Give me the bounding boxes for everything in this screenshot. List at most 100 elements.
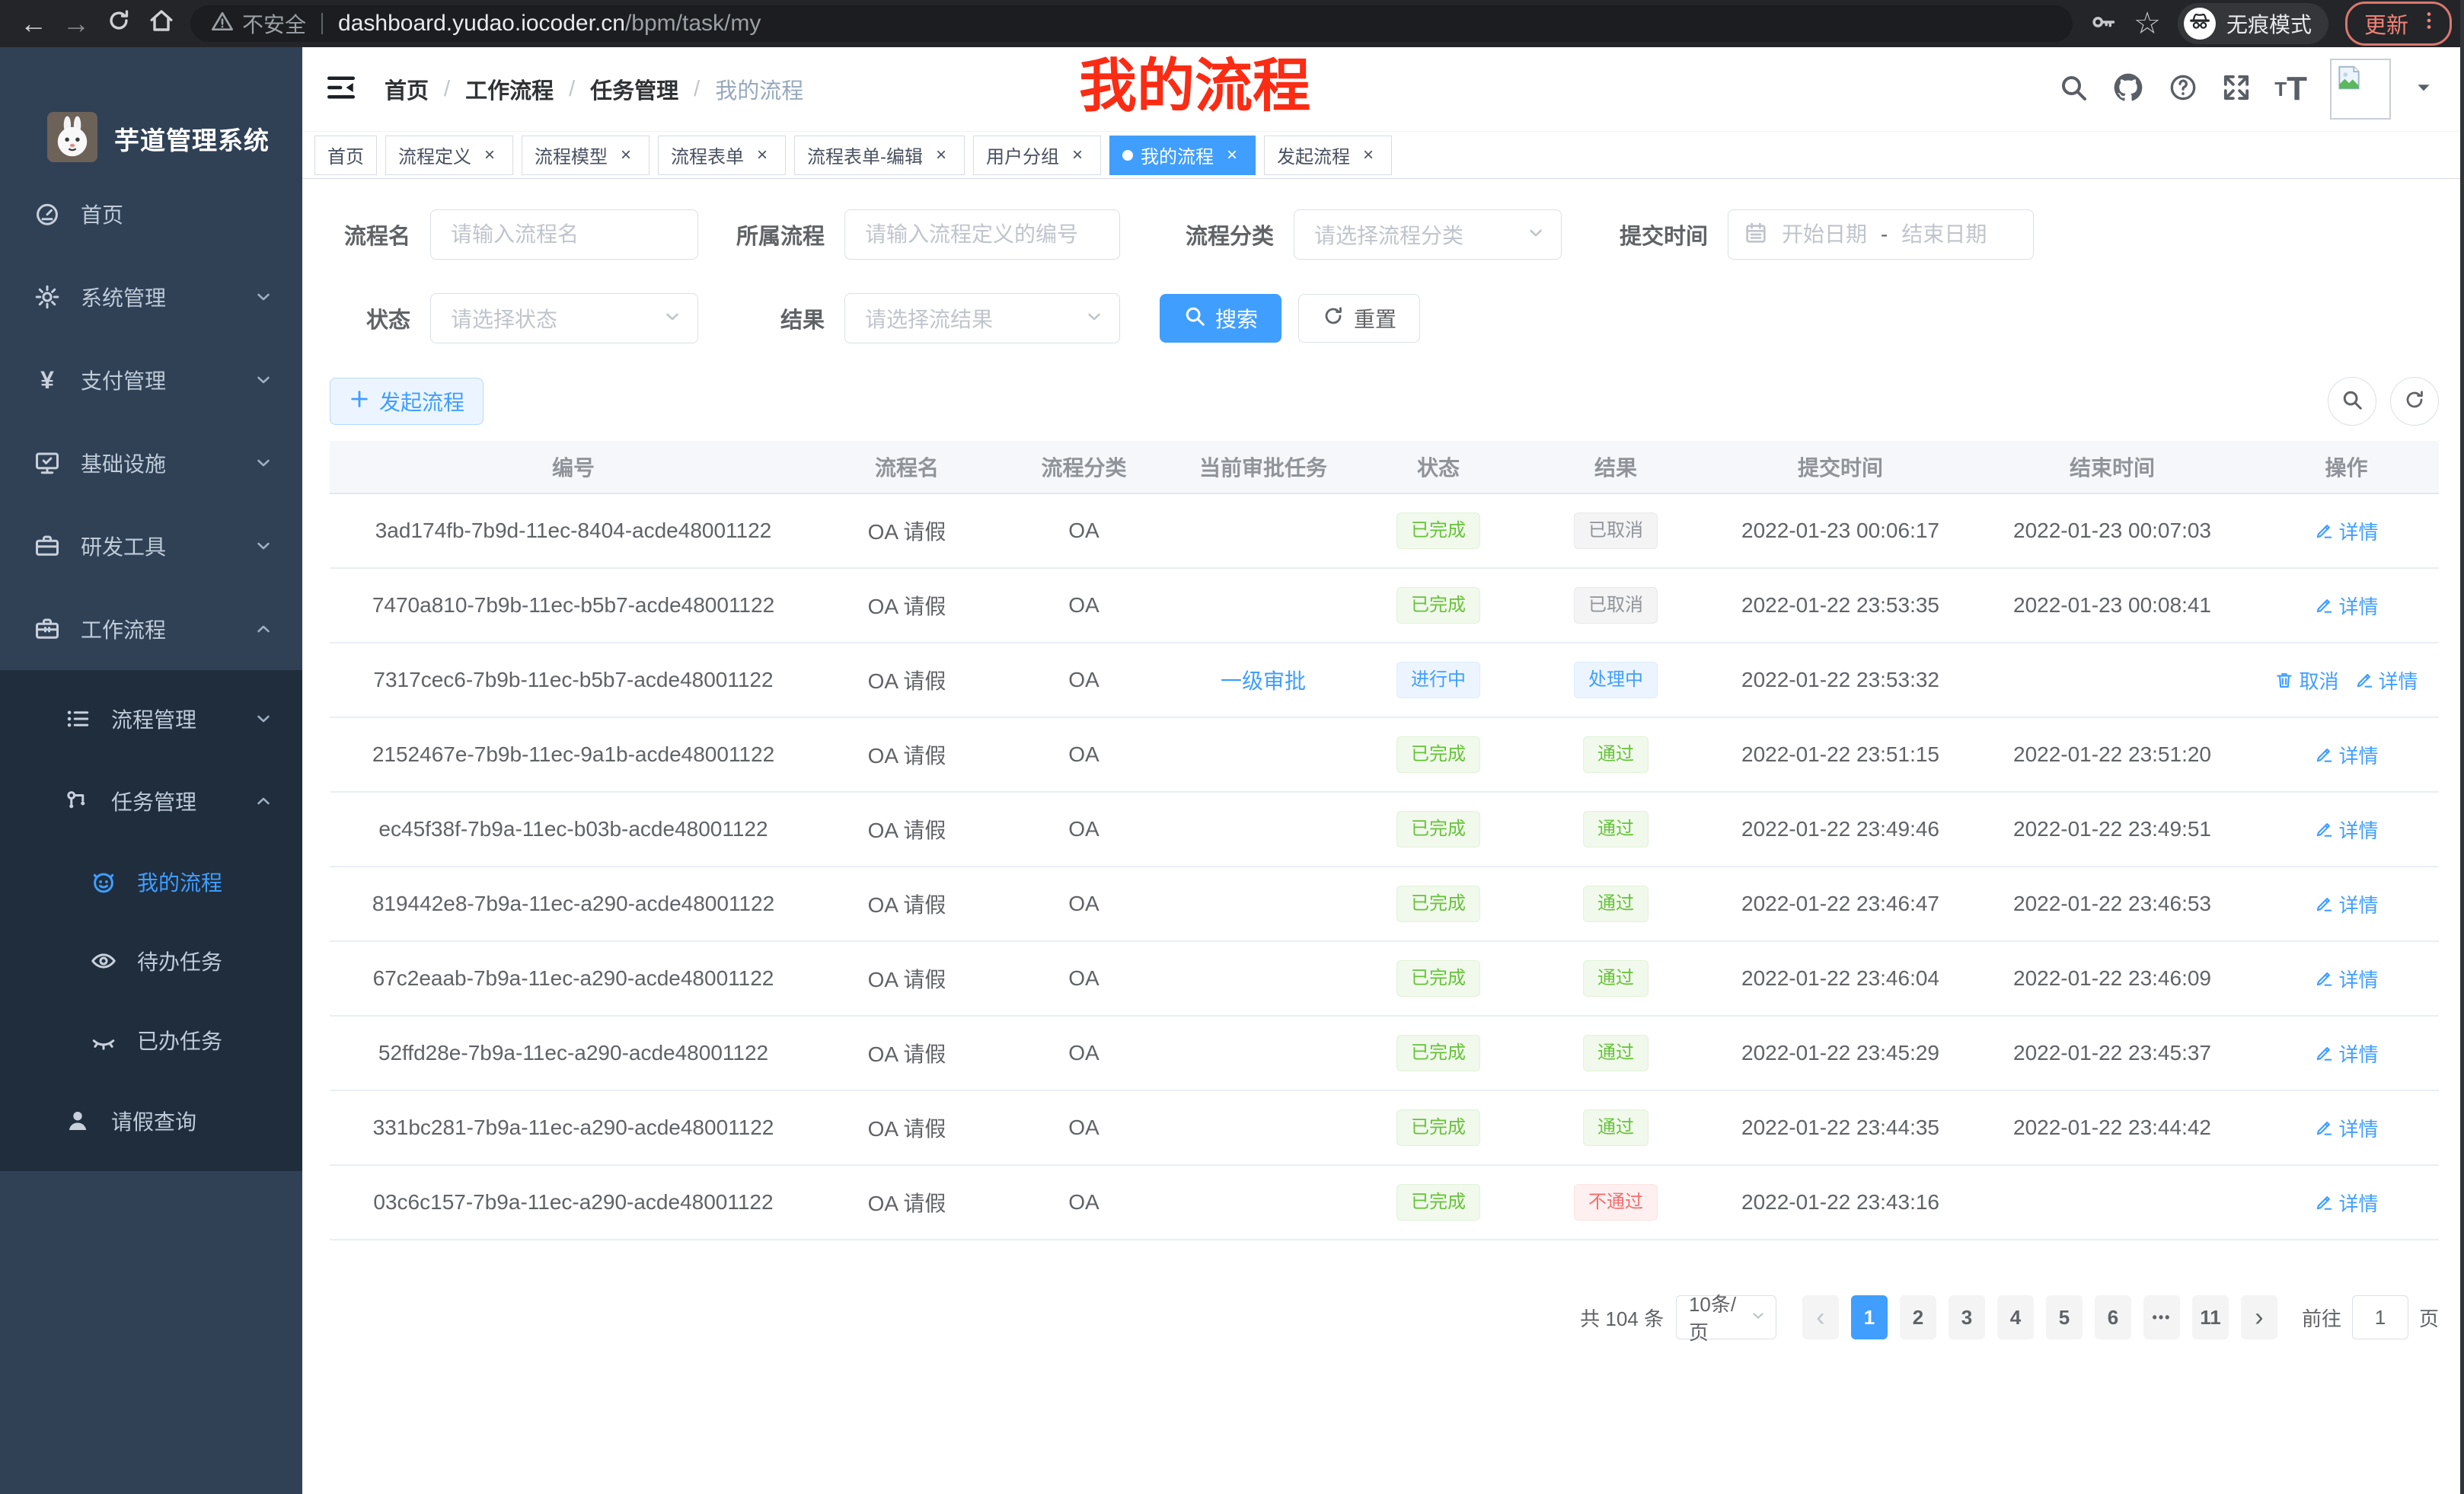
goto-page-input[interactable] bbox=[2352, 1295, 2408, 1339]
tab-发起流程[interactable]: 发起流程× bbox=[1264, 136, 1392, 175]
page-next-button[interactable]: › bbox=[2241, 1295, 2277, 1339]
font-size-icon[interactable]: TT bbox=[2274, 70, 2307, 108]
detail-link[interactable]: 详情 bbox=[2314, 1114, 2378, 1142]
result-placeholder: 请选择流结果 bbox=[865, 303, 993, 334]
close-icon[interactable]: × bbox=[752, 145, 773, 166]
detail-link[interactable]: 详情 bbox=[2314, 1039, 2378, 1068]
search-button[interactable]: 搜索 bbox=[1160, 294, 1281, 343]
security-chip[interactable]: 不安全 bbox=[210, 8, 306, 39]
avatar-caret-icon[interactable] bbox=[2414, 78, 2434, 101]
submit-time-cell: 2022-01-22 23:53:35 bbox=[1710, 593, 1971, 618]
date-range-picker[interactable]: - bbox=[1728, 209, 2034, 260]
tab-我的流程[interactable]: 我的流程× bbox=[1109, 136, 1256, 175]
close-icon[interactable]: × bbox=[1358, 145, 1379, 166]
detail-link[interactable]: 详情 bbox=[2314, 741, 2378, 769]
status-label: 状态 bbox=[330, 302, 430, 334]
page-button-5[interactable]: 5 bbox=[2046, 1295, 2083, 1339]
task-node-icon bbox=[64, 787, 91, 815]
sidebar-item-首页[interactable]: 首页 bbox=[0, 172, 302, 255]
breadcrumb-item[interactable]: 首页 bbox=[385, 73, 429, 105]
page-button-1[interactable]: 1 bbox=[1851, 1295, 1888, 1339]
close-icon[interactable]: × bbox=[930, 145, 952, 166]
tab-流程模型[interactable]: 流程模型× bbox=[522, 136, 650, 175]
close-icon[interactable]: × bbox=[1067, 145, 1088, 166]
result-cell: 已取消 bbox=[1521, 587, 1710, 624]
breadcrumb-item[interactable]: 工作流程 bbox=[465, 73, 554, 105]
avatar[interactable] bbox=[2330, 59, 2391, 120]
browser-update-button[interactable]: 更新 bbox=[2345, 2, 2452, 46]
name-input[interactable] bbox=[430, 209, 698, 260]
browser-menu-icon[interactable] bbox=[2418, 9, 2440, 38]
tab-流程表单-编辑[interactable]: 流程表单-编辑× bbox=[794, 136, 965, 175]
detail-link[interactable]: 详情 bbox=[2354, 666, 2418, 694]
app-title: 芋道管理系统 bbox=[114, 120, 270, 157]
submit-time-cell: 2022-01-23 00:06:17 bbox=[1710, 519, 1971, 543]
cancel-link[interactable]: 取消 bbox=[2274, 666, 2338, 694]
table-header-row: 编号流程名流程分类当前审批任务状态结果提交时间结束时间操作 bbox=[330, 441, 2439, 494]
browser-back-icon[interactable]: ← bbox=[12, 2, 55, 45]
page-button-4[interactable]: 4 bbox=[1997, 1295, 2034, 1339]
category-select[interactable]: 请选择流程分类 bbox=[1294, 209, 1562, 260]
browser-forward-icon[interactable]: → bbox=[55, 2, 97, 45]
sidebar-item-我的流程[interactable]: 我的流程 bbox=[0, 842, 302, 921]
page-more-button[interactable]: ••• bbox=[2143, 1295, 2180, 1339]
close-icon[interactable]: × bbox=[479, 145, 500, 166]
github-icon[interactable] bbox=[2111, 71, 2145, 108]
search-icon[interactable] bbox=[2058, 72, 2089, 107]
password-key-icon[interactable] bbox=[2089, 8, 2117, 40]
definition-input[interactable] bbox=[844, 209, 1120, 260]
close-icon[interactable]: × bbox=[615, 145, 637, 166]
detail-link[interactable]: 详情 bbox=[2314, 965, 2378, 993]
page-button-2[interactable]: 2 bbox=[1900, 1295, 1936, 1339]
table-search-button[interactable] bbox=[2328, 377, 2376, 426]
filter-name: 流程名 bbox=[330, 209, 698, 260]
bookmark-star-icon[interactable]: ☆ bbox=[2134, 6, 2161, 41]
page-prev-button[interactable]: ‹ bbox=[1802, 1295, 1839, 1339]
task-link[interactable]: 一级审批 bbox=[1221, 665, 1306, 695]
sidebar-item-基础设施[interactable]: 基础设施 bbox=[0, 421, 302, 504]
sidebar-item-支付管理[interactable]: ¥支付管理 bbox=[0, 338, 302, 421]
help-icon[interactable] bbox=[2168, 72, 2198, 107]
sidebar-item-工作流程[interactable]: 工作流程 bbox=[0, 587, 302, 670]
tab-label: 流程表单 bbox=[671, 142, 744, 168]
table-refresh-button[interactable] bbox=[2390, 377, 2439, 426]
detail-link[interactable]: 详情 bbox=[2314, 1189, 2378, 1217]
warning-icon bbox=[210, 9, 235, 39]
browser-reload-icon[interactable] bbox=[97, 2, 140, 45]
tab-流程定义[interactable]: 流程定义× bbox=[385, 136, 513, 175]
reset-button[interactable]: 重置 bbox=[1298, 294, 1420, 343]
result-cell: 通过 bbox=[1521, 1109, 1710, 1146]
start-date-input[interactable] bbox=[1774, 222, 1875, 247]
monitor-icon bbox=[34, 449, 61, 477]
detail-link[interactable]: 详情 bbox=[2314, 517, 2378, 545]
result-select[interactable]: 请选择流结果 bbox=[844, 293, 1120, 343]
fullscreen-icon[interactable] bbox=[2221, 72, 2252, 107]
create-process-button[interactable]: 发起流程 bbox=[330, 378, 484, 425]
sidebar-item-流程管理[interactable]: 流程管理 bbox=[0, 678, 302, 760]
status-select[interactable]: 请选择状态 bbox=[430, 293, 698, 343]
detail-link[interactable]: 详情 bbox=[2314, 592, 2378, 620]
page-button-6[interactable]: 6 bbox=[2095, 1295, 2131, 1339]
tab-用户分组[interactable]: 用户分组× bbox=[973, 136, 1101, 175]
sidebar-item-任务管理[interactable]: 任务管理 bbox=[0, 760, 302, 842]
sidebar-item-系统管理[interactable]: 系统管理 bbox=[0, 255, 302, 338]
breadcrumb-item[interactable]: 任务管理 bbox=[590, 73, 678, 105]
browser-home-icon[interactable] bbox=[140, 2, 183, 45]
tab-流程表单[interactable]: 流程表单 × bbox=[658, 136, 786, 175]
sidebar-item-已办任务[interactable]: 已办任务 bbox=[0, 1001, 302, 1080]
end-date-input[interactable] bbox=[1894, 222, 1994, 247]
result-cell: 通过 bbox=[1521, 736, 1710, 773]
detail-link[interactable]: 详情 bbox=[2314, 816, 2378, 844]
sidebar-fold-icon[interactable] bbox=[325, 72, 357, 107]
sidebar-item-待办任务[interactable]: 待办任务 bbox=[0, 921, 302, 1001]
page-button-11[interactable]: 11 bbox=[2192, 1295, 2229, 1339]
page-size-select[interactable]: 10条/页 bbox=[1676, 1295, 1776, 1339]
result-label: 结果 bbox=[721, 302, 844, 334]
close-icon[interactable]: × bbox=[1221, 145, 1243, 166]
address-bar[interactable]: 不安全 dashboard.yudao.iocoder.cn/bpm/task/… bbox=[190, 5, 2073, 42]
page-button-3[interactable]: 3 bbox=[1949, 1295, 1985, 1339]
sidebar-item-请假查询[interactable]: 请假查询 bbox=[0, 1080, 302, 1162]
sidebar-item-研发工具[interactable]: 研发工具 bbox=[0, 504, 302, 587]
tab-首页[interactable]: 首页 bbox=[314, 136, 377, 175]
detail-link[interactable]: 详情 bbox=[2314, 890, 2378, 918]
